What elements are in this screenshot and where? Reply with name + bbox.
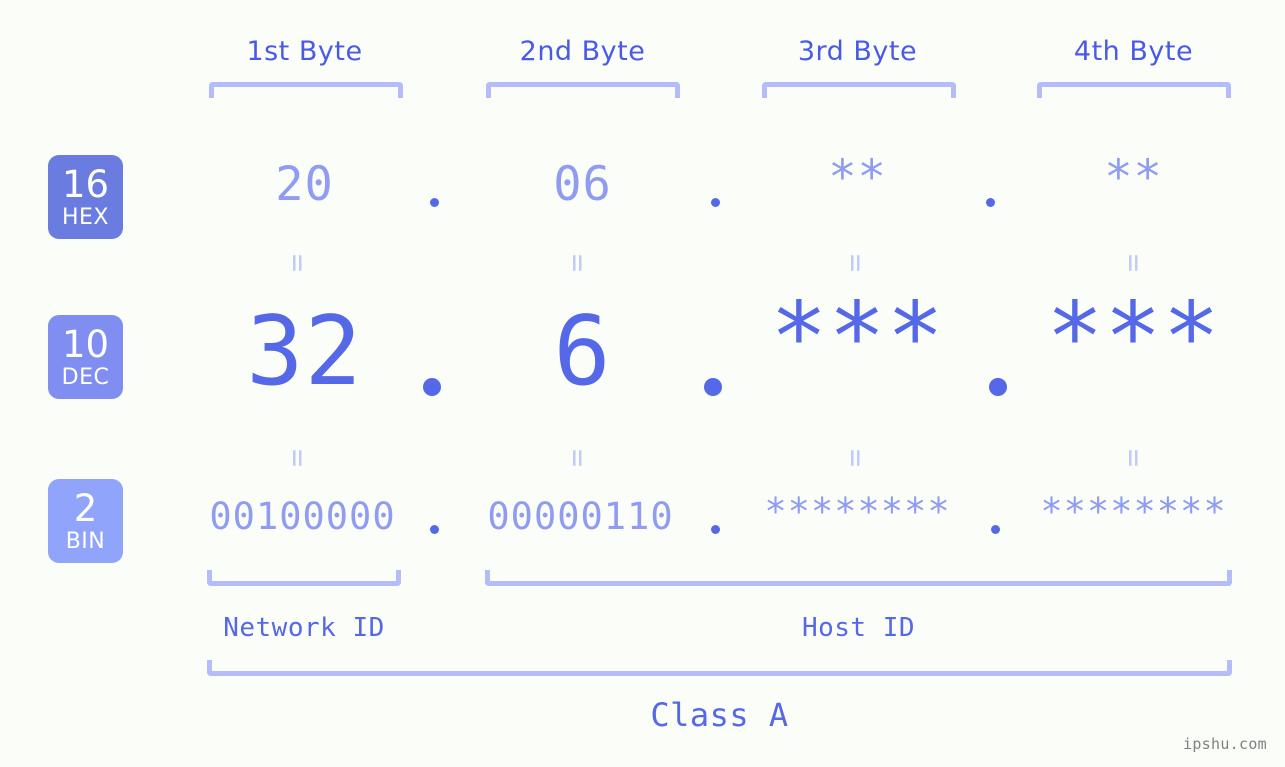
base-badge-name: HEX [61,204,109,230]
network-id-bracket [207,570,401,586]
base-badge-number: 16 [61,162,110,206]
dec-separator-dot-3 [989,378,1007,396]
hex-byte-1: 20 [207,157,402,212]
equals-dec-bin-3: = [838,448,874,468]
base-badge-dec: 10 DEC [48,315,123,399]
bin-separator-dot-3 [991,525,1000,534]
class-caption: Class A [207,696,1232,734]
hex-byte-value: ** [828,150,887,205]
equals-symbol: = [1116,448,1152,468]
base-badge-name: DEC [61,364,110,390]
dec-byte-1: 32 [207,297,402,407]
equals-hex-dec-1: = [280,253,316,273]
dec-byte-value: 32 [246,297,363,407]
hex-byte-value: 06 [553,157,612,212]
byte-bracket-1 [209,82,403,98]
network-id-caption: Network ID [207,613,401,643]
byte-bracket-3 [762,82,956,98]
dec-byte-4: *** [1036,283,1231,393]
equals-hex-dec-2: = [560,253,596,273]
bin-separator-dot-1 [430,525,439,534]
bin-byte-2: 00000110 [473,495,688,538]
base-badge-number: 10 [61,322,110,366]
base-badge-bin: 2 BIN [48,479,123,563]
hex-separator-dot-3 [986,198,995,207]
equals-symbol: = [560,448,596,468]
dec-separator-dot-1 [423,378,441,396]
hex-byte-2: 06 [485,157,680,212]
network-id-label: Network ID [223,613,385,643]
bin-byte-value: ******** [1040,490,1227,533]
equals-symbol: = [1116,253,1152,273]
byte-bracket-2 [486,82,680,98]
equals-symbol: = [280,448,316,468]
equals-symbol: = [560,253,596,273]
class-label: Class A [650,696,789,734]
bin-separator-dot-2 [711,525,720,534]
equals-hex-dec-3: = [838,253,874,273]
base-badge-hex: 16 HEX [48,155,123,239]
base-badge-name: BIN [65,528,106,554]
hex-byte-3: ** [760,150,955,205]
byte-header-label: 3rd Byte [797,36,918,67]
hex-byte-value: 20 [275,157,334,212]
equals-hex-dec-4: = [1116,253,1152,273]
dec-byte-value: *** [770,283,945,393]
equals-symbol: = [838,253,874,273]
equals-dec-bin-4: = [1116,448,1152,468]
bin-byte-1: 00100000 [195,495,410,538]
base-badge-number: 2 [73,486,98,530]
hex-byte-4: ** [1036,150,1231,205]
host-id-label: Host ID [801,613,916,643]
hex-separator-dot-2 [711,198,720,207]
equals-dec-bin-2: = [560,448,596,468]
byte-bracket-4 [1037,82,1231,98]
byte-header-3: 3rd Byte [760,36,955,67]
bin-byte-4: ******** [1026,490,1241,533]
watermark: ipshu.com [1183,735,1267,753]
host-id-caption: Host ID [485,613,1232,643]
dec-byte-value: *** [1046,283,1221,393]
host-id-bracket [485,570,1232,586]
class-bracket [207,660,1232,676]
bin-byte-value: 00000110 [487,495,674,538]
byte-header-label: 1st Byte [246,36,363,67]
bin-byte-value: 00100000 [209,495,396,538]
dec-separator-dot-2 [704,378,722,396]
dec-byte-value: 6 [553,297,612,407]
bin-byte-3: ******** [750,490,965,533]
byte-header-1: 1st Byte [207,36,402,67]
hex-separator-dot-1 [430,198,439,207]
dec-byte-2: 6 [485,297,680,407]
equals-symbol: = [280,253,316,273]
ip-byte-diagram: 1st Byte 2nd Byte 3rd Byte 4th Byte 16 H… [0,0,1285,767]
hex-byte-value: ** [1104,150,1163,205]
byte-header-label: 4th Byte [1073,36,1194,67]
watermark-text: ipshu.com [1183,735,1267,753]
byte-header-label: 2nd Byte [519,36,646,67]
byte-header-4: 4th Byte [1036,36,1231,67]
equals-dec-bin-1: = [280,448,316,468]
dec-byte-3: *** [760,283,955,393]
equals-symbol: = [838,448,874,468]
bin-byte-value: ******** [764,490,951,533]
byte-header-2: 2nd Byte [485,36,680,67]
